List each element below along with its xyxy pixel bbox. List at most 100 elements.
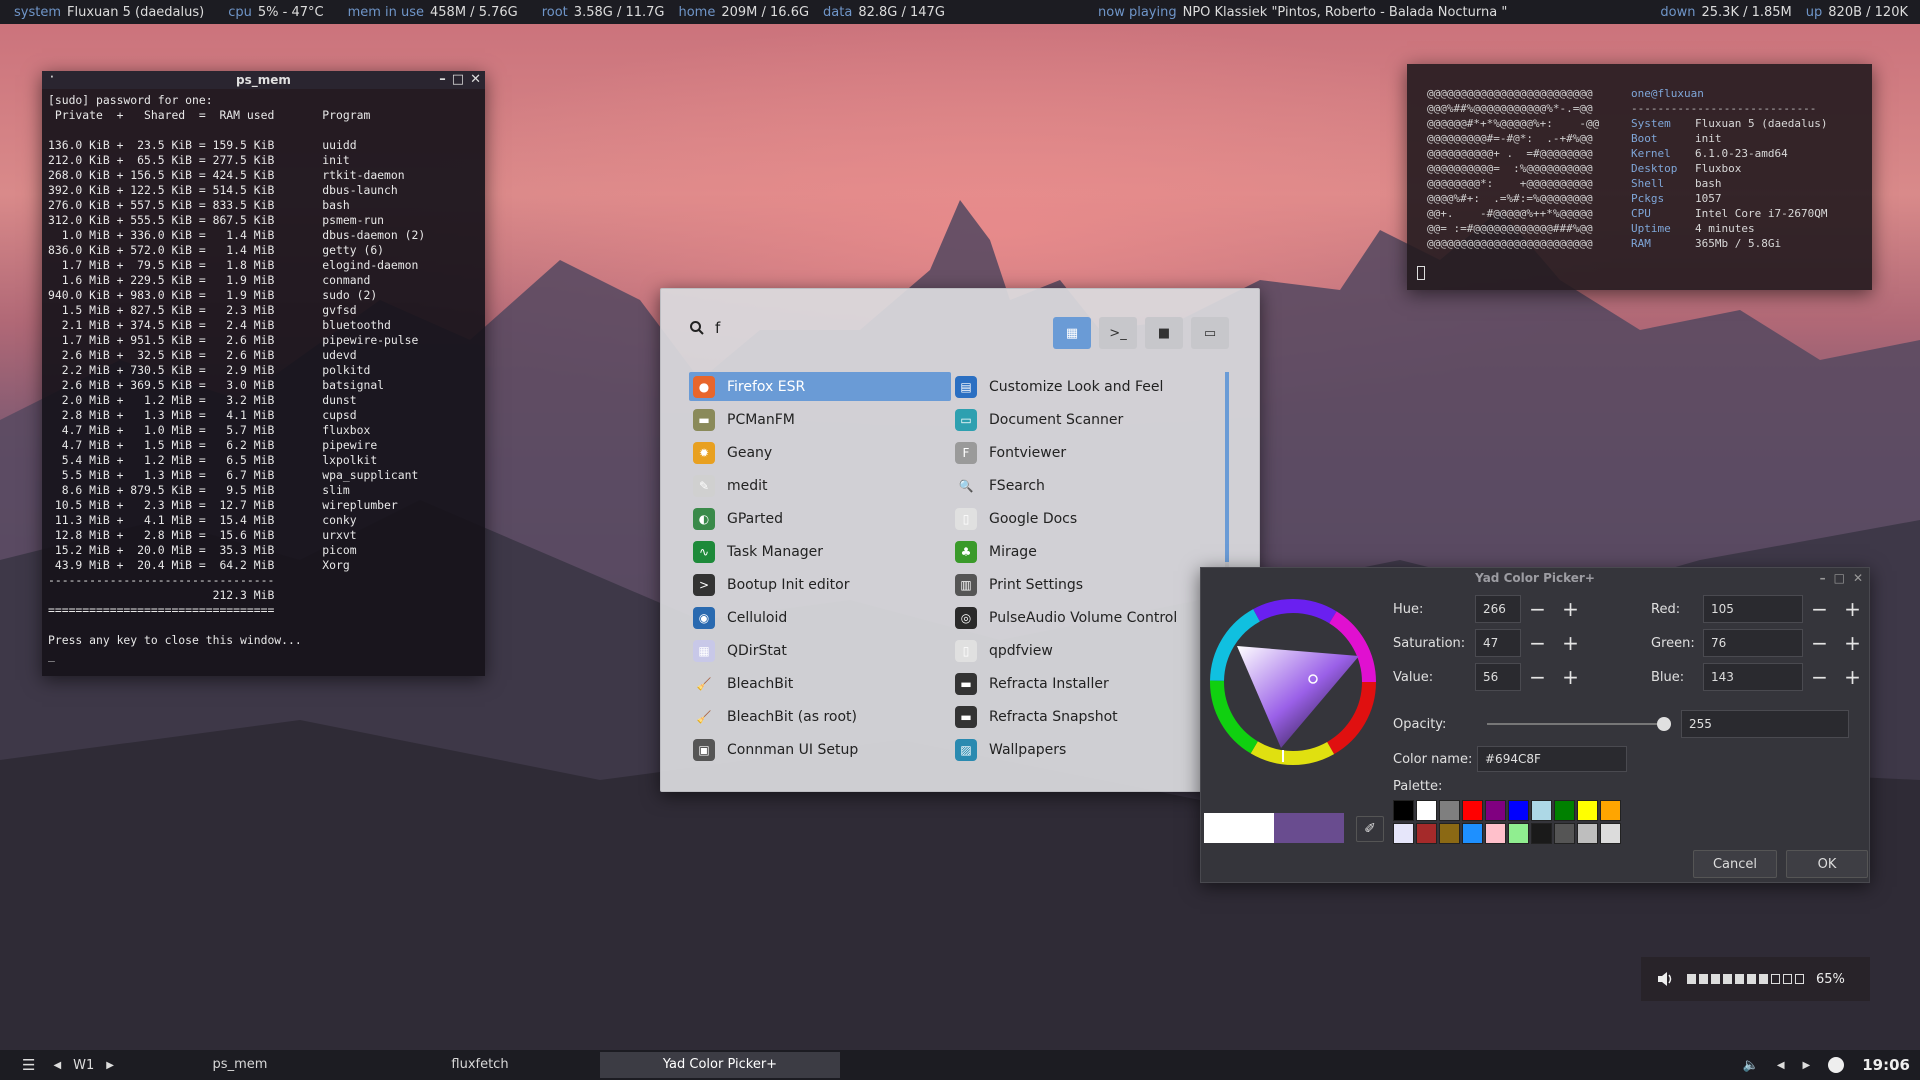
palette-swatch[interactable] <box>1485 823 1506 844</box>
tray-volume-icon[interactable]: 🔈 <box>1743 1058 1759 1073</box>
prev-workspace-icon[interactable]: ◀ <box>53 1060 61 1071</box>
plus-icon[interactable]: + <box>1554 663 1587 691</box>
color-wheel[interactable] <box>1207 596 1379 768</box>
palette-swatch[interactable] <box>1577 823 1598 844</box>
plus-icon[interactable]: + <box>1554 629 1587 657</box>
plus-icon[interactable]: + <box>1836 663 1869 691</box>
plus-icon[interactable]: + <box>1836 595 1869 623</box>
app-item[interactable]: ◐ GParted <box>689 504 951 533</box>
app-item[interactable]: 🔍 FSearch <box>951 471 1219 500</box>
app-item[interactable]: ♣ Mirage <box>951 537 1219 566</box>
eyedropper-button[interactable]: ✐ <box>1356 816 1384 842</box>
psmem-titlebar[interactable]: · ps_mem – □ ✕ <box>42 71 485 89</box>
saturation-spinner[interactable]: 47− + <box>1475 629 1587 657</box>
app-item[interactable]: > Bootup Init editor <box>689 570 951 599</box>
palette-swatch[interactable] <box>1554 800 1575 821</box>
app-launcher[interactable]: f ▦ >_ ■ ▭ ● Firefox ESR ▤ Customize Look a… <box>660 288 1260 792</box>
maximize-icon[interactable]: □ <box>1834 568 1845 588</box>
app-item[interactable]: ▯ Google Docs <box>951 504 1219 533</box>
window-view-button[interactable]: ▭ <box>1191 317 1229 349</box>
app-item[interactable]: ▥ Print Settings <box>951 570 1219 599</box>
color-name-input[interactable]: #694C8F <box>1477 746 1627 772</box>
minus-icon[interactable]: − <box>1521 663 1554 691</box>
palette-swatch[interactable] <box>1439 823 1460 844</box>
minimize-icon[interactable]: – <box>1820 568 1826 588</box>
palette-swatch[interactable] <box>1462 823 1483 844</box>
minus-icon[interactable]: − <box>1803 629 1836 657</box>
terminal-output[interactable]: [sudo] password for one: Private + Share… <box>42 89 485 667</box>
red-spinner[interactable]: 105− + <box>1703 595 1869 623</box>
palette-swatch[interactable] <box>1508 823 1529 844</box>
grid-view-button[interactable]: ▦ <box>1053 317 1091 349</box>
workspace-name[interactable]: W1 <box>73 1058 94 1073</box>
palette-swatch[interactable] <box>1462 800 1483 821</box>
app-item[interactable]: ▣ Connman UI Setup <box>689 735 951 764</box>
palette-swatch[interactable] <box>1393 823 1414 844</box>
folder-view-button[interactable]: ■ <box>1145 317 1183 349</box>
palette-swatch[interactable] <box>1485 800 1506 821</box>
app-item[interactable]: ✎ medit <box>689 471 951 500</box>
saturation-input[interactable]: 47 <box>1475 629 1521 657</box>
app-item[interactable]: ● Firefox ESR <box>689 372 951 401</box>
cancel-button[interactable]: Cancel <box>1693 850 1777 878</box>
app-item[interactable]: ∿ Task Manager <box>689 537 951 566</box>
tray-next-icon[interactable]: ▶ <box>1803 1060 1811 1071</box>
app-item[interactable]: ▬ Refracta Snapshot <box>951 702 1219 731</box>
palette-swatch[interactable] <box>1508 800 1529 821</box>
app-item[interactable]: ▤ Customize Look and Feel <box>951 372 1219 401</box>
app-item[interactable]: F Fontviewer <box>951 438 1219 467</box>
color-picker-titlebar[interactable]: Yad Color Picker+ – □ ✕ <box>1201 568 1869 588</box>
plus-icon[interactable]: + <box>1554 595 1587 623</box>
opacity-slider[interactable] <box>1487 716 1671 732</box>
hue-spinner[interactable]: 266− + <box>1475 595 1587 623</box>
green-spinner[interactable]: 76− + <box>1703 629 1869 657</box>
red-input[interactable]: 105 <box>1703 595 1803 623</box>
ok-button[interactable]: OK <box>1786 850 1868 878</box>
blue-spinner[interactable]: 143− + <box>1703 663 1869 691</box>
palette-swatch[interactable] <box>1393 800 1414 821</box>
app-item[interactable]: ▨ Wallpapers <box>951 735 1219 764</box>
app-item[interactable]: ▯ qpdfview <box>951 636 1219 665</box>
clock[interactable]: 19:06 <box>1862 1056 1910 1074</box>
tray-status-icon[interactable] <box>1828 1057 1845 1073</box>
minimize-icon[interactable]: – <box>439 71 446 89</box>
app-item[interactable]: ▬ Refracta Installer <box>951 669 1219 698</box>
menu-icon[interactable]: ☰ <box>22 1056 35 1074</box>
app-item[interactable]: ▦ QDirStat <box>689 636 951 665</box>
palette-swatch[interactable] <box>1600 800 1621 821</box>
taskbar-task[interactable]: fluxfetch <box>360 1052 600 1078</box>
hue-input[interactable]: 266 <box>1475 595 1521 623</box>
palette-swatch[interactable] <box>1416 800 1437 821</box>
app-item[interactable]: ▭ Document Scanner <box>951 405 1219 434</box>
taskbar-task[interactable]: Yad Color Picker+ <box>599 1052 840 1078</box>
scrollbar-thumb[interactable] <box>1225 372 1229 562</box>
app-item[interactable]: ✹ Geany <box>689 438 951 467</box>
tray-prev-icon[interactable]: ◀ <box>1777 1060 1785 1071</box>
window-menu-icon[interactable]: · <box>50 72 54 83</box>
launcher-search[interactable]: f <box>689 319 720 337</box>
app-item[interactable]: 🧹 BleachBit (as root) <box>689 702 951 731</box>
palette-swatch[interactable] <box>1577 800 1598 821</box>
plus-icon[interactable]: + <box>1836 629 1869 657</box>
next-workspace-icon[interactable]: ▶ <box>106 1060 114 1071</box>
green-input[interactable]: 76 <box>1703 629 1803 657</box>
maximize-icon[interactable]: □ <box>452 71 464 89</box>
value-input[interactable]: 56 <box>1475 663 1521 691</box>
palette-swatch[interactable] <box>1531 800 1552 821</box>
minus-icon[interactable]: − <box>1521 595 1554 623</box>
value-spinner[interactable]: 56− + <box>1475 663 1587 691</box>
palette-swatch[interactable] <box>1554 823 1575 844</box>
palette-swatch[interactable] <box>1439 800 1460 821</box>
close-icon[interactable]: ✕ <box>470 71 481 89</box>
palette-swatch[interactable] <box>1600 823 1621 844</box>
search-input[interactable]: f <box>715 319 720 337</box>
minus-icon[interactable]: − <box>1803 595 1836 623</box>
opacity-slider-handle[interactable] <box>1657 717 1671 731</box>
palette-swatch[interactable] <box>1531 823 1552 844</box>
app-item[interactable]: ◉ Celluloid <box>689 603 951 632</box>
minus-icon[interactable]: − <box>1803 663 1836 691</box>
app-item[interactable]: 🧹 BleachBit <box>689 669 951 698</box>
blue-input[interactable]: 143 <box>1703 663 1803 691</box>
fluxfetch-window[interactable]: @@@@@@@@@@@@@@@@@@@@@@@@@ @@@%##%@@@@@@@… <box>1407 64 1872 290</box>
psmem-window[interactable]: · ps_mem – □ ✕ [sudo] password for one: … <box>42 71 485 676</box>
